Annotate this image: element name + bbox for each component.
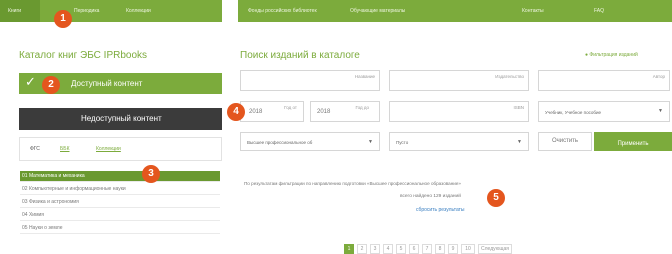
tab-collections[interactable]: Коллекции [126,0,151,22]
tab-learning-materials[interactable]: Обучающие материалы [350,0,405,22]
tab-sidebar-collections[interactable]: Коллекции [96,146,121,152]
year-from-input[interactable]: 2018 Год от [240,101,304,122]
tab-contacts[interactable]: Контакты [522,0,544,22]
tab-books[interactable]: Книги [0,0,40,22]
clear-button[interactable]: Очистить [538,132,592,151]
top-nav-right: Фонды российских библиотек Обучающие мат… [238,0,672,22]
top-nav-left: Книги Периодика Коллекции [0,0,222,22]
sidebar-item-physics[interactable]: 03 Физика и астрономия [20,197,220,208]
page-title: Поиск изданий в каталоге [240,50,360,61]
available-content-label: Доступный контент [71,79,143,88]
annotation-badge-3: 3 [142,165,160,183]
unavailable-content-button[interactable]: Недоступный контент [19,108,222,130]
settings-icon: ● [585,52,589,58]
type-select[interactable]: Учебник, Учебное пособие ▼ [538,101,670,122]
unavailable-content-label: Недоступный контент [81,114,162,123]
tab-russian-libraries[interactable]: Фонды российских библиотек [248,0,317,22]
sidebar-title: Каталог книг ЭБС IPRbooks [19,50,148,61]
sidebar-item-earth[interactable]: 05 Науки о земле [20,223,220,234]
reset-results-link[interactable]: сбросить результаты [416,207,465,213]
sidebar-tabs: ФГС ББК Коллекции [19,137,222,161]
sidebar-item-chemistry[interactable]: 04 Химия [20,210,220,221]
annotation-badge-2: 2 [42,76,60,94]
level-select[interactable]: Высшее профессиональное об ▼ [240,132,380,151]
sidebar-item-math[interactable]: 01 Математика и механика [20,171,220,182]
sidebar-item-cs[interactable]: 02 Компьютерные и информационные науки [20,184,220,195]
check-icon: ✓ [25,74,36,89]
tab-fgs[interactable]: ФГС [30,146,40,152]
publisher-input[interactable]: Издательство [389,70,529,91]
isbn-input[interactable]: ISBN [389,101,529,122]
chevron-down-icon: ▼ [368,139,373,145]
filter-link[interactable]: ● Фильтрация изданий [585,52,638,58]
author-input[interactable]: Автор [538,70,670,91]
chevron-down-icon: ▼ [517,139,522,145]
found-count: всего найдено 129 изданий [400,194,461,199]
annotation-badge-5: 5 [487,189,505,207]
tab-periodicals[interactable]: Периодика [74,0,99,22]
chevron-down-icon: ▼ [658,108,663,114]
tab-bbk[interactable]: ББК [60,146,69,152]
result-text: По результатам фильтрации по направлению… [244,181,461,186]
apply-button[interactable]: Применить [594,132,672,151]
other-select[interactable]: Пусто ▼ [389,132,529,151]
annotation-badge-4: 4 [227,103,245,121]
tab-faq[interactable]: FAQ [594,0,604,22]
annotation-badge-1: 1 [54,10,72,28]
title-input[interactable]: Название [240,70,380,91]
year-to-input[interactable]: 2018 Год до [310,101,380,122]
